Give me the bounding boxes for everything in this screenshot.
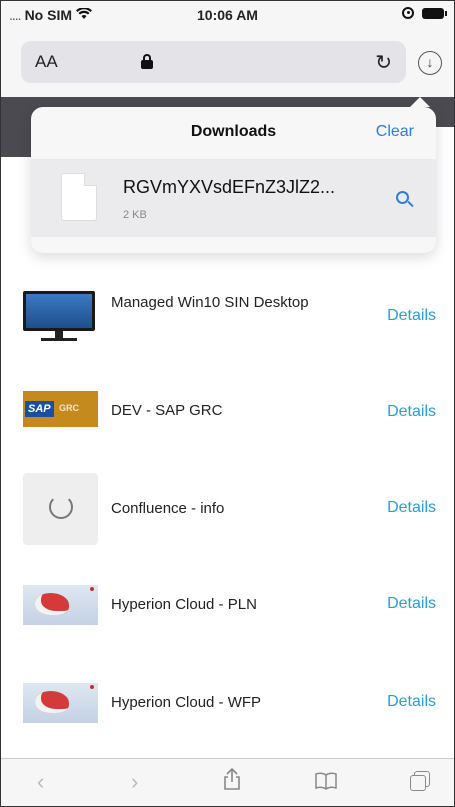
reader-label: AA xyxy=(35,52,58,71)
file-icon xyxy=(61,173,97,221)
confluence-icon xyxy=(23,473,98,545)
chevron-left-icon[interactable]: ‹ xyxy=(37,769,44,795)
details-link[interactable]: Details xyxy=(387,307,436,325)
reload-icon[interactable]: ↻ xyxy=(375,50,392,75)
monitor-icon xyxy=(23,291,98,341)
app-name: Managed Win10 SIN Desktop xyxy=(111,294,309,311)
download-item[interactable]: RGVmYXVsdEFnZ3JlZ2... 2 KB xyxy=(31,159,436,237)
battery-icon xyxy=(422,7,447,19)
app-name: Hyperion Cloud - WFP xyxy=(111,694,262,711)
grc-logo-text: GRC xyxy=(59,403,79,413)
bottom-toolbar: ‹ › xyxy=(1,758,454,806)
list-item[interactable]: SAP GRC DEV - SAP GRC Details xyxy=(1,381,454,471)
clock: 10:06 AM xyxy=(197,7,258,23)
browser-window: .... No SIM 10:06 AM AA ↻ ↓ Managed Win1… xyxy=(0,0,455,807)
sap-grc-logo: SAP GRC xyxy=(23,385,98,435)
download-arrow-icon: ↓ xyxy=(426,54,434,70)
list-item[interactable]: Hyperion Cloud - WFP Details xyxy=(1,677,454,767)
download-file-name: RGVmYXVsdEFnZ3JlZ2... xyxy=(123,177,336,197)
sap-logo-text: SAP xyxy=(25,401,54,417)
browser-toolbar: AA ↻ ↓ xyxy=(1,29,454,97)
details-link[interactable]: Details xyxy=(387,403,436,421)
lock-icon xyxy=(141,54,153,69)
app-name: Hyperion Cloud - PLN xyxy=(111,596,257,613)
tabs-icon[interactable] xyxy=(410,771,430,791)
clear-button[interactable]: Clear xyxy=(376,123,414,141)
alarm-icon xyxy=(402,7,414,19)
share-icon[interactable] xyxy=(223,767,241,797)
page-header-edge xyxy=(1,97,31,157)
list-item[interactable]: Hyperion Cloud - PLN Details xyxy=(1,579,454,669)
hyperion-cloud-icon xyxy=(23,683,98,733)
downloads-popover: Downloads Clear RGVmYXVsdEFnZ3JlZ2... 2 … xyxy=(31,97,436,253)
status-right-icons xyxy=(402,7,447,19)
details-link[interactable]: Details xyxy=(387,595,436,613)
list-item[interactable]: Managed Win10 SIN Desktop Details xyxy=(1,283,454,373)
app-name: DEV - SAP GRC xyxy=(111,402,223,419)
details-link[interactable]: Details xyxy=(387,499,436,517)
search-icon[interactable] xyxy=(396,191,414,209)
download-file-size: 2 KB xyxy=(123,209,147,221)
details-link[interactable]: Details xyxy=(387,693,436,711)
book-icon[interactable] xyxy=(315,772,337,795)
downloads-button[interactable]: ↓ xyxy=(418,51,442,75)
popover-arrow xyxy=(410,97,430,107)
app-name: Confluence - info xyxy=(111,500,225,517)
address-bar[interactable]: AA ↻ xyxy=(21,41,406,83)
status-bar: .... No SIM 10:06 AM xyxy=(1,1,454,29)
hyperion-cloud-icon xyxy=(23,585,98,635)
chevron-right-icon[interactable]: › xyxy=(131,769,138,795)
list-item[interactable]: Confluence - info Details xyxy=(1,473,454,567)
reader-view-button[interactable]: AA xyxy=(35,52,58,72)
